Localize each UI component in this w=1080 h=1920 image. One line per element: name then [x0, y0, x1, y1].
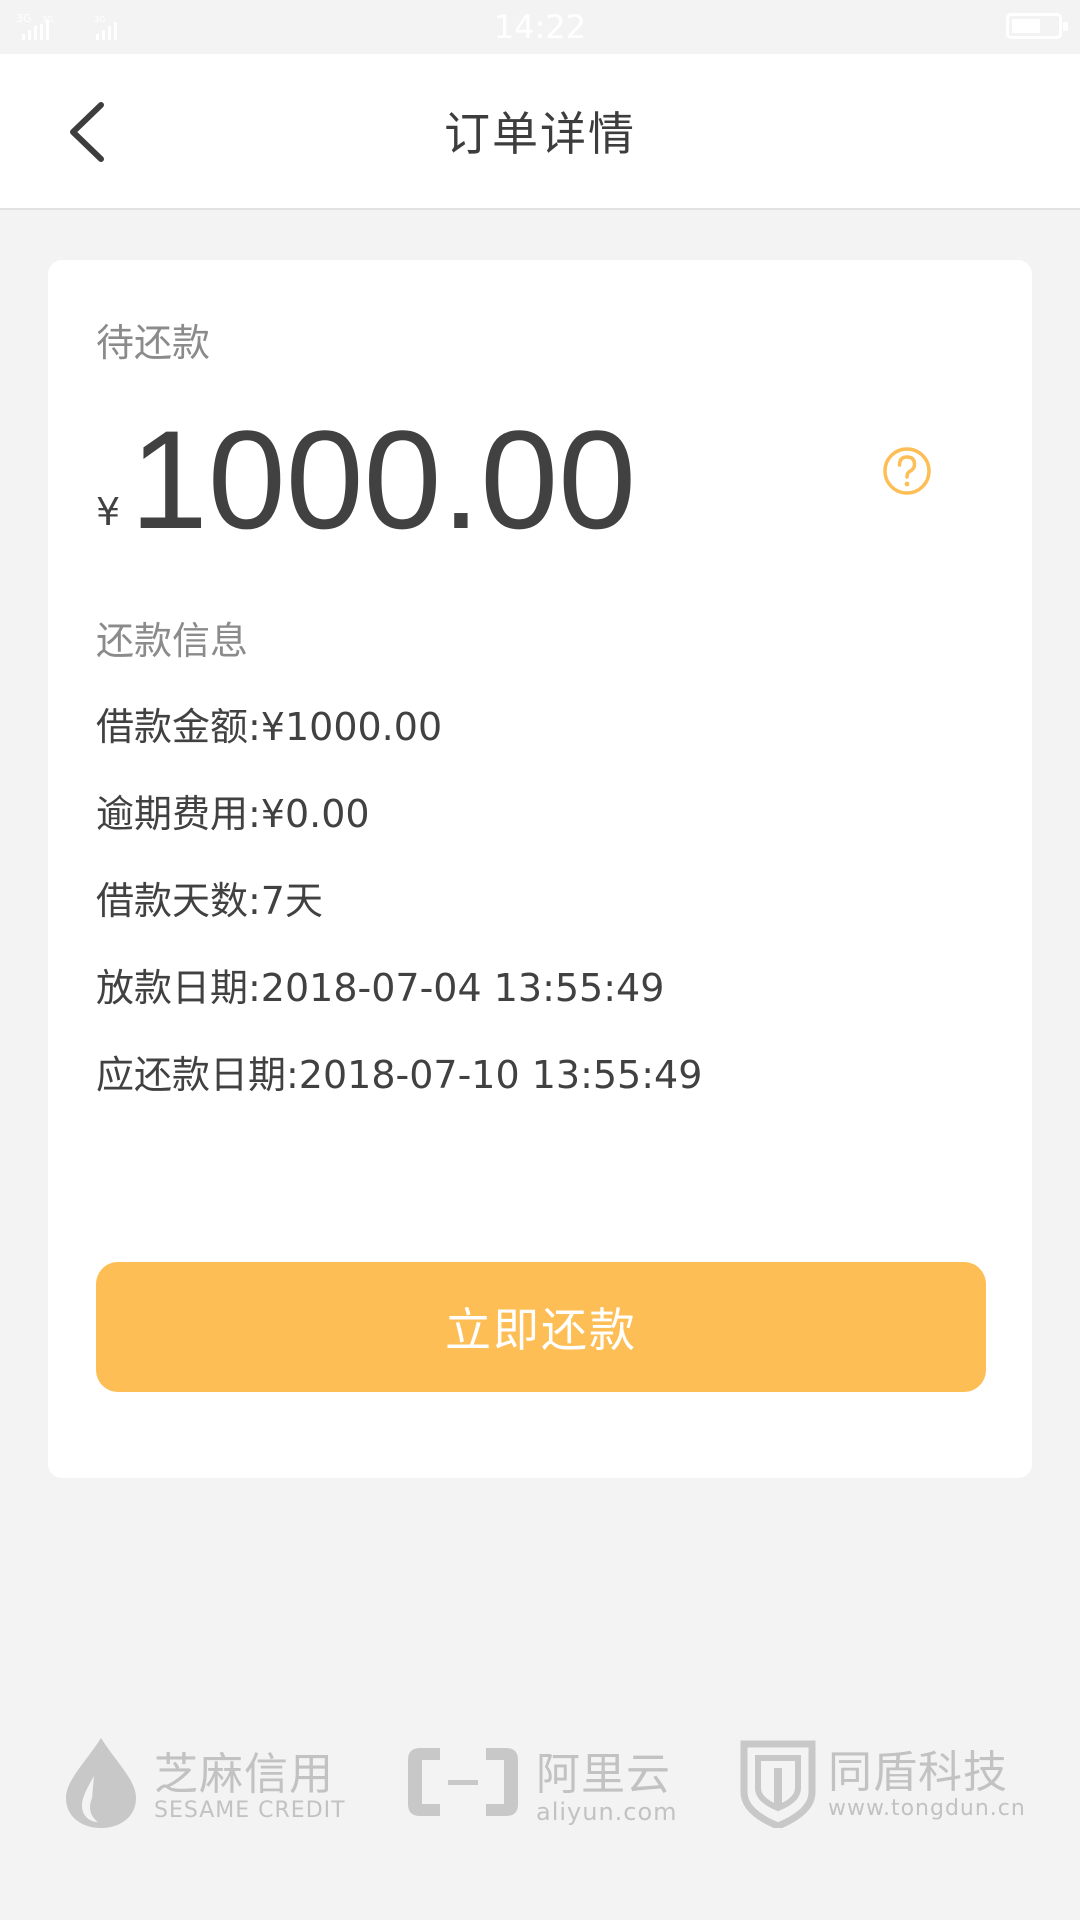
partner-name: 同盾科技 [828, 1747, 1008, 1798]
loan-amount-row: 借款金额:¥1000.00 [96, 705, 443, 749]
pending-label: 待还款 [96, 321, 211, 365]
partner-aliyun: 阿里云 aliyun.com [404, 1730, 677, 1840]
partner-sub: SESAME CREDIT [154, 1798, 346, 1823]
repayment-card: 待还款 ¥ 1000.00 还款信息 借款金额:¥1000.00 逾期费用:¥0… [48, 260, 1032, 1478]
partner-name: 阿里云 [536, 1749, 671, 1800]
aliyun-bracket-icon [408, 1748, 518, 1816]
partner-sub: aliyun.com [536, 1798, 678, 1826]
page-title: 订单详情 [444, 107, 636, 161]
partner-sub: www.tongdun.cn [828, 1796, 1026, 1821]
repayment-info-title: 还款信息 [96, 619, 249, 663]
loan-days-row: 借款天数:7天 [96, 879, 323, 923]
partner-name: 芝麻信用 [154, 1749, 334, 1800]
nav-bar: 订单详情 [0, 54, 1080, 210]
disbursement-date-row: 放款日期:2018-07-04 13:55:49 [96, 966, 665, 1010]
battery-icon [1006, 13, 1068, 39]
amount-value: 1000.00 [130, 401, 637, 558]
partner-sesame: 芝麻信用 SESAME CREDIT [64, 1730, 345, 1840]
status-time: 14:22 [493, 8, 587, 46]
due-date-row: 应还款日期:2018-07-10 13:55:49 [96, 1053, 703, 1097]
overdue-fee-row: 逾期费用:¥0.00 [96, 792, 370, 836]
repay-now-button[interactable]: 立即还款 [96, 1262, 986, 1392]
sesame-drop-icon [66, 1738, 136, 1828]
partner-logos: 芝麻信用 SESAME CREDIT 阿里云 aliyun.com 同盾科技 w… [0, 1730, 1080, 1840]
partner-tongdun: 同盾科技 www.tongdun.cn [740, 1730, 1030, 1840]
help-icon[interactable] [882, 446, 932, 496]
currency-symbol: ¥ [96, 490, 121, 534]
status-bar: 3G 3G 3G 14:22 [0, 0, 1080, 54]
order-detail-page: 3G 3G 3G 14:22 订单详情 待还款 ¥ 1000.00 还款信息 借… [0, 0, 1080, 1920]
tongdun-shield-icon [740, 1740, 816, 1828]
